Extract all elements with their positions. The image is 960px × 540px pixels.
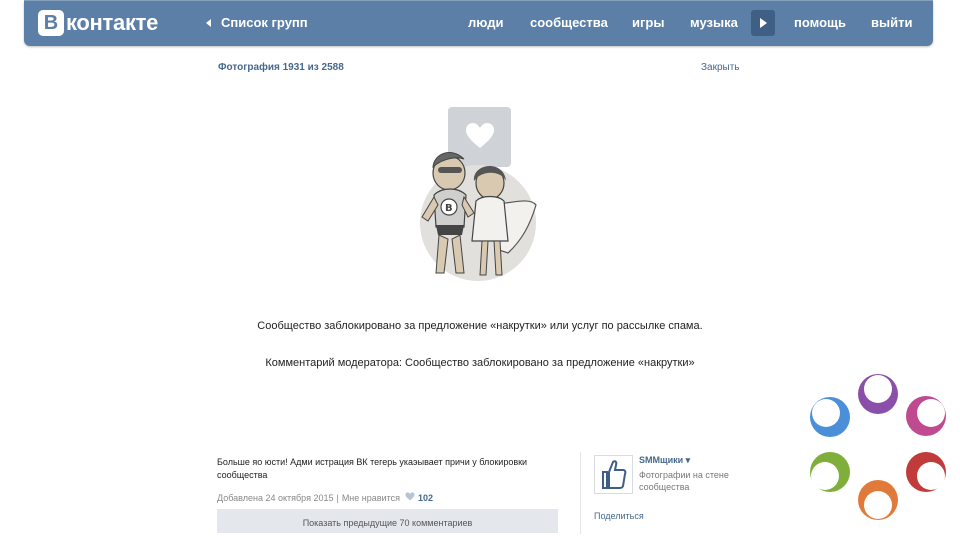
nav-people[interactable]: люди: [468, 15, 503, 30]
svg-text:B: B: [445, 203, 453, 214]
logo-text: контакте: [66, 10, 159, 35]
moderator-comment: Комментарий модератора: Сообщество забло…: [265, 357, 695, 369]
nav-games[interactable]: игры: [632, 15, 664, 30]
vk-logo[interactable]: В контакте: [38, 10, 158, 36]
play-icon: [760, 18, 767, 28]
block-message: Сообщество заблокировано за предложение …: [257, 320, 703, 332]
like-heart-icon[interactable]: [405, 492, 415, 503]
logo-letter: В: [38, 10, 64, 36]
header-bar: В контакте Список групп люди сообщества …: [24, 1, 933, 46]
music-play-button[interactable]: [751, 10, 775, 36]
back-arrow-icon: [206, 18, 211, 27]
nav-help[interactable]: помощь: [794, 15, 846, 30]
owner-description[interactable]: Фотографии на стене сообщества: [639, 469, 749, 493]
post-date: Добавлена 24 октября 2015: [217, 492, 334, 503]
back-label: Список групп: [221, 15, 308, 30]
share-link[interactable]: Поделиться: [594, 511, 644, 521]
like-count: 102: [417, 492, 434, 503]
meta-separator: |: [336, 492, 339, 503]
photo-counter: Фотография 1931 из 2588: [218, 62, 344, 73]
post-meta: Добавлена 24 октября 2015 | Мне нравится…: [217, 492, 433, 503]
back-to-groups-link[interactable]: Список групп: [206, 15, 308, 30]
owner-name[interactable]: SMMщики ▾: [639, 455, 690, 466]
nav-communities[interactable]: сообщества: [530, 15, 608, 30]
show-previous-comments-button[interactable]: Показать предыдущие 70 комментариев: [217, 509, 558, 533]
nav-logout[interactable]: выйти: [871, 15, 912, 30]
post-text: Больше яо юсти! Адми истрация ВК тегерь …: [217, 457, 528, 480]
thumbs-up-icon: [602, 460, 627, 489]
close-link[interactable]: Закрыть: [701, 62, 740, 73]
nav-music[interactable]: музыка: [690, 15, 738, 30]
column-divider: [580, 452, 581, 534]
blocked-heroes-illustration: B: [420, 152, 537, 281]
decorative-circles-logo: [810, 374, 946, 520]
like-label[interactable]: Мне нравится: [342, 493, 400, 503]
owner-avatar[interactable]: [594, 455, 633, 494]
